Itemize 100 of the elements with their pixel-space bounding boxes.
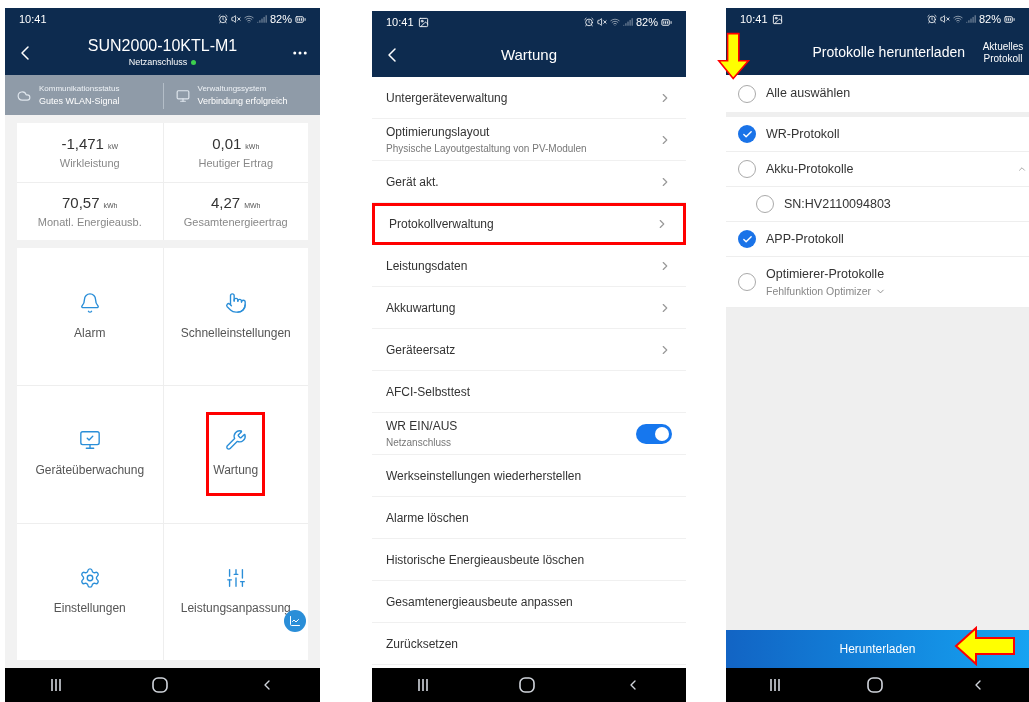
item-label: Untergeräteverwaltung — [386, 89, 508, 107]
toggle-switch[interactable] — [636, 423, 672, 444]
metric-label: Gesamtenergieertrag — [183, 215, 288, 231]
recent-apps-icon[interactable] — [769, 678, 782, 692]
battery-icon — [661, 16, 672, 28]
menu-item[interactable]: Historische Energieausbeute löschen — [372, 539, 686, 581]
menu-item[interactable]: Zurücksetzen — [372, 623, 686, 665]
battery-level: 82% — [269, 11, 292, 27]
tile-label: Alarm — [74, 324, 106, 342]
menu-item[interactable]: AFCI-Selbsttest — [372, 371, 686, 413]
menu-item[interactable]: Optimierungslayout Physische Layoutgestaltung von PV-Modulen — [372, 119, 686, 161]
item-label: Leistungsdaten — [386, 257, 468, 275]
check-icon — [741, 128, 753, 140]
metric-value: 4,27 — [210, 192, 241, 213]
signal-icon — [965, 14, 976, 24]
menu-item[interactable]: Gesamtenergieausbeute anpassen — [372, 581, 686, 623]
wifi-icon — [609, 17, 620, 27]
home-icon[interactable] — [152, 677, 169, 693]
menu-tile[interactable]: Geräteüberwachung — [17, 385, 163, 523]
item-label: Gesamtenergieausbeute anpassen — [386, 593, 573, 611]
status-value: Gutes WLAN-Signal — [39, 95, 120, 108]
monitor-icon — [175, 88, 190, 103]
metric-value: -1,471 — [61, 133, 104, 154]
menu-item[interactable]: Akkuwartung — [372, 287, 686, 329]
menu-item[interactable]: Untergeräteverwaltung — [372, 77, 686, 119]
item-label: Optimierungslayout — [386, 124, 491, 141]
menu-item[interactable]: Gerät akt. — [372, 161, 686, 203]
settings-icon — [78, 566, 101, 589]
recent-apps-icon[interactable] — [50, 678, 63, 692]
screen-title: Protokolle herunterladen — [811, 43, 966, 62]
tile-label: Leistungsanpassung — [180, 599, 291, 617]
current-log-link[interactable]: Aktuelles Protokoll — [977, 40, 1029, 65]
home-icon[interactable] — [519, 677, 535, 693]
tile-label: Wartung — [213, 462, 259, 480]
menu-tile[interactable]: Schnelleinstellungen — [162, 248, 308, 386]
item-label: Geräteersatz — [386, 341, 456, 359]
menu-item[interactable]: Leistungsdaten — [372, 245, 686, 287]
status-time: 10:41 — [386, 14, 414, 30]
tap-icon — [224, 291, 247, 314]
item-label: Akkuwartung — [386, 299, 456, 317]
wrench-icon — [224, 429, 247, 452]
menu-item[interactable]: Protokollverwaltung — [372, 203, 686, 245]
menu-item[interactable]: Alarme löschen — [372, 497, 686, 539]
battery-icon — [1004, 13, 1015, 25]
menu-item[interactable]: Geräteersatz — [372, 329, 686, 371]
menu-tile[interactable]: Wartung — [162, 385, 308, 523]
checkbox[interactable] — [738, 125, 756, 143]
signal-icon — [256, 14, 267, 24]
download-button[interactable]: Herunterladen — [726, 630, 1029, 668]
signal-icon — [622, 17, 633, 27]
status-time: 10:41 — [740, 11, 768, 27]
chart-icon — [289, 615, 301, 627]
item-label: AFCI-Selbsttest — [386, 383, 471, 401]
wifi-icon — [952, 14, 963, 24]
menu-item[interactable]: Werkseinstellungen wiederherstellen — [372, 455, 686, 497]
mute-icon — [939, 14, 950, 24]
item-label: WR EIN/AUS — [386, 418, 458, 435]
status-label: Verwaltungssystem — [197, 83, 268, 95]
tile-label: Einstellungen — [53, 599, 126, 617]
device-title: SUN2000-10KTL-M1 — [87, 35, 238, 56]
option-label: Akku-Protokolle — [766, 160, 855, 178]
item-label: Gerät akt. — [386, 173, 439, 191]
status-time: 10:41 — [19, 11, 47, 27]
sliders-icon — [224, 566, 247, 589]
battery-level: 82% — [635, 14, 658, 30]
item-subtitle: Physische Layoutgestaltung von PV-Modulen — [386, 142, 587, 156]
option-label: APP-Protokoll — [766, 230, 845, 248]
item-label: Protokollverwaltung — [389, 216, 494, 233]
status-label: Kommunikationsstatus — [39, 83, 120, 95]
option-label: WR-Protokoll — [766, 125, 841, 143]
mute-icon — [596, 17, 607, 27]
checkbox[interactable] — [738, 230, 756, 248]
bell-icon — [78, 291, 101, 314]
alarm-clock-icon — [217, 14, 228, 24]
tile-label: Geräteüberwachung — [35, 462, 145, 480]
item-label: Historische Energieausbeute löschen — [386, 551, 585, 569]
alarm-clock-icon — [583, 17, 594, 27]
tile-label: Schnelleinstellungen — [180, 324, 291, 342]
item-label: Zurücksetzen — [386, 635, 459, 653]
cloud-icon — [17, 88, 31, 103]
menu-tile[interactable]: Einstellungen — [17, 522, 163, 660]
check-icon — [741, 233, 753, 245]
option-label: Alle auswählen — [766, 85, 851, 103]
menu-item[interactable]: WR EIN/AUS Netzanschluss — [372, 413, 686, 455]
device-status: Netzanschluss — [128, 55, 188, 69]
wifi-icon — [243, 14, 254, 24]
metric-label: Monatl. Energieausb. — [37, 215, 142, 231]
item-label: Alarme löschen — [386, 509, 469, 527]
home-icon[interactable] — [867, 677, 884, 693]
option-label: SN:HV2110094803 — [784, 195, 891, 213]
option-subtitle: Fehlfunktion Optimizer — [766, 283, 872, 299]
item-subtitle: Netzanschluss — [386, 436, 453, 450]
mute-icon — [230, 14, 241, 24]
menu-tile[interactable]: Alarm — [17, 248, 163, 386]
recent-apps-icon[interactable] — [417, 678, 429, 692]
monitor-icon — [78, 429, 101, 452]
metric-value: 0,01 — [212, 133, 242, 154]
metric-value: 70,57 — [61, 192, 100, 213]
battery-level: 82% — [978, 11, 1001, 27]
alarm-clock-icon — [926, 14, 937, 24]
